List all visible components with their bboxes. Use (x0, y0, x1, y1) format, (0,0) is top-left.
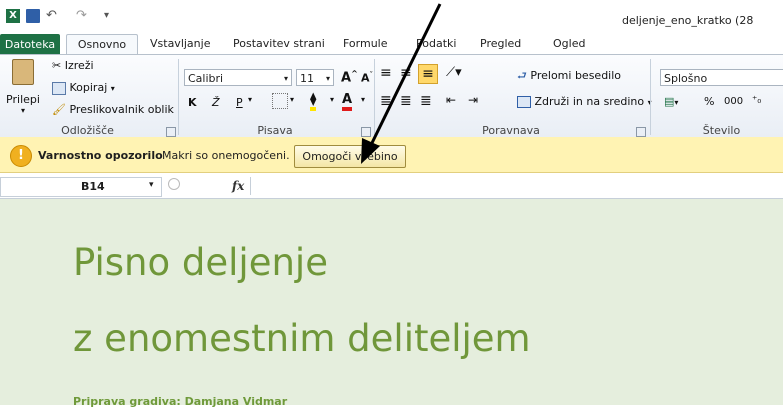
align-top-icon[interactable]: ≡ (380, 66, 392, 80)
align-left-icon[interactable]: ≣ (380, 93, 392, 109)
tab-formulas[interactable]: Formule (343, 35, 388, 53)
dialog-launcher-icon[interactable] (361, 127, 371, 137)
group-label-alignment: Poravnava (482, 124, 540, 137)
paste-button[interactable]: Prilepi ▾ (4, 57, 42, 117)
formula-bar: B14 ▾ fx (0, 174, 783, 199)
group-label-number: Število (702, 124, 741, 137)
customize-toolbar-icon[interactable]: ▾ (104, 9, 118, 23)
excel-icon[interactable]: X (6, 9, 20, 23)
copy-button[interactable]: Kopiraj ▾ (52, 81, 115, 95)
author-credit: Priprava gradiva: Damjana Vidmar (73, 395, 288, 408)
sheet-title-line2: z enomestnim deliteljem (73, 317, 531, 360)
shrink-font-icon[interactable]: Aˇ (361, 71, 373, 85)
ribbon: Prilepi ▾ ✂ Izreži Kopiraj ▾ 🖌 Preslikov… (0, 54, 783, 138)
group-label-clipboard: Odložišče (61, 124, 114, 137)
dialog-launcher-icon[interactable] (636, 127, 646, 137)
merge-icon (517, 96, 531, 108)
align-middle-icon[interactable]: ≡ (400, 66, 412, 80)
scissors-icon: ✂ (52, 59, 62, 72)
chevron-down-icon[interactable]: ▾ (361, 95, 365, 104)
enable-content-button[interactable]: Omogoči vsebino (294, 145, 406, 168)
chevron-down-icon[interactable]: ▾ (248, 95, 252, 104)
brush-icon: 🖌 (52, 103, 66, 116)
format-painter-button[interactable]: 🖌 Preslikovalnik oblik (52, 103, 174, 116)
cell-reference: B14 (81, 180, 105, 193)
dialog-launcher-icon[interactable] (166, 127, 176, 137)
copy-icon (52, 81, 66, 95)
save-icon[interactable] (26, 9, 40, 23)
increase-decimal-icon[interactable]: ⁺₀ (752, 95, 761, 106)
increase-indent-icon[interactable]: ⇥ (468, 93, 478, 107)
grow-font-icon[interactable]: A^ (341, 69, 358, 85)
window-title: deljenje_eno_kratko (28 (622, 14, 754, 27)
tab-data[interactable]: Podatki (416, 35, 456, 53)
chevron-down-icon[interactable]: ▾ (290, 95, 294, 104)
paste-icon (12, 59, 34, 85)
font-name-select[interactable]: Calibri ▾ (184, 69, 292, 86)
tab-view[interactable]: Ogled (553, 35, 585, 53)
align-bottom-icon[interactable]: ≡ (418, 64, 438, 84)
chevron-down-icon: ▾ (110, 84, 115, 93)
warning-message: Makri so onemogočeni. (162, 149, 290, 162)
thousands-button[interactable]: 000 (724, 96, 743, 107)
group-separator (178, 59, 179, 135)
number-format-select[interactable]: Splošno (660, 69, 783, 86)
chevron-down-icon[interactable]: ▾ (330, 95, 334, 104)
merge-center-button[interactable]: Združi in na sredino ▾ (517, 95, 652, 108)
tab-file[interactable]: Datoteka (0, 34, 60, 55)
title-bar: X ↶ ↷ ▾ deljenje_eno_kratko (28 (0, 0, 783, 32)
name-box[interactable]: B14 ▾ (0, 177, 162, 197)
decrease-indent-icon[interactable]: ⇤ (446, 93, 456, 107)
align-center-icon[interactable]: ≣ (400, 93, 412, 109)
insert-function-icon[interactable]: fx (232, 179, 244, 193)
borders-icon[interactable] (272, 93, 288, 109)
bold-button[interactable]: K (188, 96, 197, 109)
tab-page-layout[interactable]: Postavitev strani (233, 35, 325, 53)
wrap-text-icon: ⮐ (517, 69, 527, 82)
percent-button[interactable]: % (704, 95, 714, 108)
group-separator (650, 59, 651, 135)
italic-button[interactable]: Ž (212, 96, 220, 109)
tab-insert[interactable]: Vstavljanje (150, 35, 210, 53)
redo-icon[interactable]: ↷ (76, 9, 90, 23)
tab-home[interactable]: Osnovno (66, 34, 138, 55)
underline-button[interactable]: P (236, 96, 243, 109)
tab-review[interactable]: Pregled (480, 35, 521, 53)
group-label-font: Pisava (257, 124, 293, 137)
chevron-down-icon: ▾ (149, 180, 154, 190)
warning-icon: ! (10, 145, 32, 167)
fill-color-icon[interactable]: ⧫ (310, 92, 317, 111)
accounting-format-icon[interactable]: ▤▾ (664, 95, 678, 108)
font-size-select[interactable]: 11 ▾ (296, 69, 334, 86)
orientation-icon[interactable]: ⟋▾ (446, 65, 462, 80)
cancel-icon[interactable] (168, 178, 180, 190)
chevron-down-icon: ▾ (20, 106, 25, 115)
warning-title: Varnostno opozorilo (38, 149, 163, 162)
group-separator (374, 59, 375, 135)
worksheet[interactable]: Pisno deljenje z enomestnim deliteljem P… (0, 199, 783, 408)
formula-input[interactable] (250, 177, 783, 195)
undo-icon[interactable]: ↶ (46, 9, 60, 23)
sheet-title-line1: Pisno deljenje (73, 241, 328, 284)
ribbon-tabs: Datoteka Osnovno Vstavljanje Postavitev … (0, 32, 783, 55)
chevron-down-icon: ▾ (325, 74, 330, 83)
wrap-text-button[interactable]: ⮐ Prelomi besedilo (517, 67, 621, 86)
align-right-icon[interactable]: ≣ (420, 93, 432, 109)
security-warning-bar: ! Varnostno opozorilo Makri so onemogoče… (0, 137, 783, 173)
chevron-down-icon: ▾ (283, 74, 288, 83)
cut-button[interactable]: ✂ Izreži (52, 59, 94, 72)
font-color-icon[interactable]: A (342, 92, 353, 111)
